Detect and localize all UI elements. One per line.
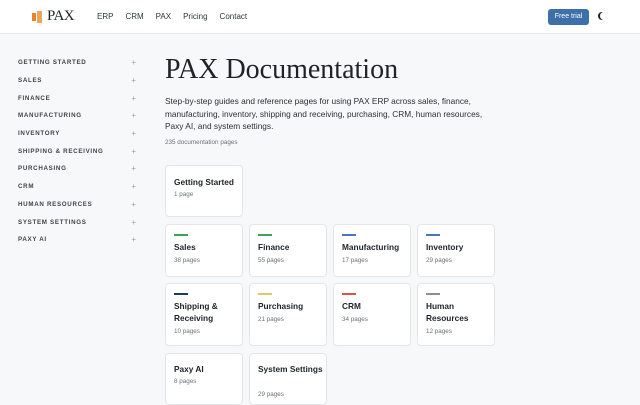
free-trial-button[interactable]: Free trial: [548, 9, 589, 25]
moon-icon[interactable]: [600, 12, 608, 20]
expand-icon[interactable]: +: [131, 164, 136, 173]
card-page-count: 10 pages: [174, 328, 200, 335]
card-title: Manufacturing: [342, 242, 400, 252]
card-paxy-ai[interactable]: Paxy AI 8 pages: [165, 353, 243, 405]
logo-wordmark: PAX: [47, 8, 75, 24]
sidebar-item-label: PURCHASING: [18, 165, 67, 173]
card-shipping-receiving[interactable]: Shipping & Receiving 10 pages: [165, 283, 243, 346]
nav-link-pax[interactable]: PAX: [156, 12, 171, 22]
card-title: Getting Started: [174, 177, 234, 187]
sidebar-item-finance[interactable]: FINANCE +: [18, 89, 136, 107]
nav-link-pricing[interactable]: Pricing: [183, 12, 207, 22]
card-page-count: 55 pages: [258, 257, 284, 264]
expand-icon[interactable]: +: [131, 129, 136, 138]
card-page-count: 8 pages: [174, 378, 197, 385]
category-color-bar: [258, 234, 272, 236]
card-title: Sales: [174, 242, 196, 252]
sidebar-item-label: GETTING STARTED: [18, 59, 87, 67]
main-nav: ERP CRM PAX Pricing Contact: [97, 12, 247, 22]
sidebar-item-label: SALES: [18, 77, 43, 85]
sidebar-item-system-settings[interactable]: SYSTEM SETTINGS +: [18, 213, 136, 231]
sidebar-item-label: MANUFACTURING: [18, 112, 82, 120]
expand-icon[interactable]: +: [131, 200, 136, 209]
expand-icon[interactable]: +: [131, 94, 136, 103]
card-page-count: 29 pages: [258, 391, 284, 398]
card-title: CRM: [342, 301, 361, 311]
nav-link-erp[interactable]: ERP: [97, 12, 113, 22]
card-page-count: 34 pages: [342, 316, 368, 323]
card-page-count: 29 pages: [426, 257, 452, 264]
category-color-bar: [174, 293, 188, 295]
card-title: Shipping & Receiving: [174, 301, 218, 323]
card-title: Finance: [258, 242, 290, 252]
page-title: PAX Documentation: [165, 54, 399, 85]
sidebar-item-getting-started[interactable]: GETTING STARTED +: [18, 54, 136, 72]
category-color-bar: [426, 293, 440, 295]
card-title: Paxy AI: [174, 364, 204, 374]
sidebar-item-label: PAXY AI: [18, 236, 47, 244]
expand-icon[interactable]: +: [131, 235, 136, 244]
expand-icon[interactable]: +: [131, 182, 136, 191]
card-crm[interactable]: CRM 34 pages: [333, 283, 411, 346]
card-title: System Settings: [258, 364, 323, 374]
pax-logo[interactable]: PAX: [32, 8, 75, 24]
card-title: Purchasing: [258, 301, 304, 311]
card-sales[interactable]: Sales 38 pages: [165, 224, 243, 277]
category-color-bar: [258, 293, 272, 295]
docs-sidebar: GETTING STARTED + SALES + FINANCE + MANUFAC…: [18, 54, 136, 249]
nav-link-contact[interactable]: Contact: [220, 12, 248, 22]
sidebar-item-crm[interactable]: CRM +: [18, 178, 136, 196]
top-navigation-bar: PAX ERP CRM PAX Pricing Contact Free tri…: [0, 0, 640, 34]
sidebar-item-label: SYSTEM SETTINGS: [18, 218, 87, 226]
card-page-count: 38 pages: [174, 257, 200, 264]
card-system-settings[interactable]: System Settings 29 pages: [249, 353, 327, 405]
sidebar-item-inventory[interactable]: INVENTORY +: [18, 125, 136, 143]
sidebar-item-paxy-ai[interactable]: PAXY AI +: [18, 231, 136, 249]
card-title: Inventory: [426, 242, 464, 252]
sidebar-item-label: INVENTORY: [18, 130, 61, 138]
category-color-bar: [342, 293, 356, 295]
expand-icon[interactable]: +: [131, 111, 136, 120]
pax-logo-icon: [32, 10, 42, 23]
sidebar-item-label: FINANCE: [18, 94, 51, 102]
card-getting-started[interactable]: Getting Started 1 page: [165, 165, 243, 217]
sidebar-item-label: HUMAN RESOURCES: [18, 200, 93, 208]
sidebar-item-shipping-receiving[interactable]: SHIPPING & RECEIVING +: [18, 142, 136, 160]
page-count: 235 documentation pages: [165, 139, 238, 146]
expand-icon[interactable]: +: [131, 147, 136, 156]
sidebar-item-purchasing[interactable]: PURCHASING +: [18, 160, 136, 178]
sidebar-item-human-resources[interactable]: HUMAN RESOURCES +: [18, 196, 136, 214]
nav-link-crm[interactable]: CRM: [125, 12, 143, 22]
card-page-count: 12 pages: [426, 328, 452, 335]
expand-icon[interactable]: +: [131, 76, 136, 85]
category-color-bar: [426, 234, 440, 236]
category-color-bar: [342, 234, 356, 236]
expand-icon[interactable]: +: [131, 58, 136, 67]
sidebar-item-label: CRM: [18, 183, 35, 191]
sidebar-item-label: SHIPPING & RECEIVING: [18, 147, 104, 155]
card-page-count: 17 pages: [342, 257, 368, 264]
card-title: Human Resources: [426, 301, 469, 323]
card-page-count: 21 pages: [258, 316, 284, 323]
card-finance[interactable]: Finance 55 pages: [249, 224, 327, 277]
card-purchasing[interactable]: Purchasing 21 pages: [249, 283, 327, 346]
card-human-resources[interactable]: Human Resources 12 pages: [417, 283, 495, 346]
card-page-count: 1 page: [174, 191, 194, 198]
card-manufacturing[interactable]: Manufacturing 17 pages: [333, 224, 411, 277]
page-description: Step-by-step guides and reference pages …: [165, 96, 483, 132]
sidebar-item-manufacturing[interactable]: MANUFACTURING +: [18, 107, 136, 125]
sidebar-item-sales[interactable]: SALES +: [18, 72, 136, 90]
category-color-bar: [174, 234, 188, 236]
card-inventory[interactable]: Inventory 29 pages: [417, 224, 495, 277]
expand-icon[interactable]: +: [131, 218, 136, 227]
